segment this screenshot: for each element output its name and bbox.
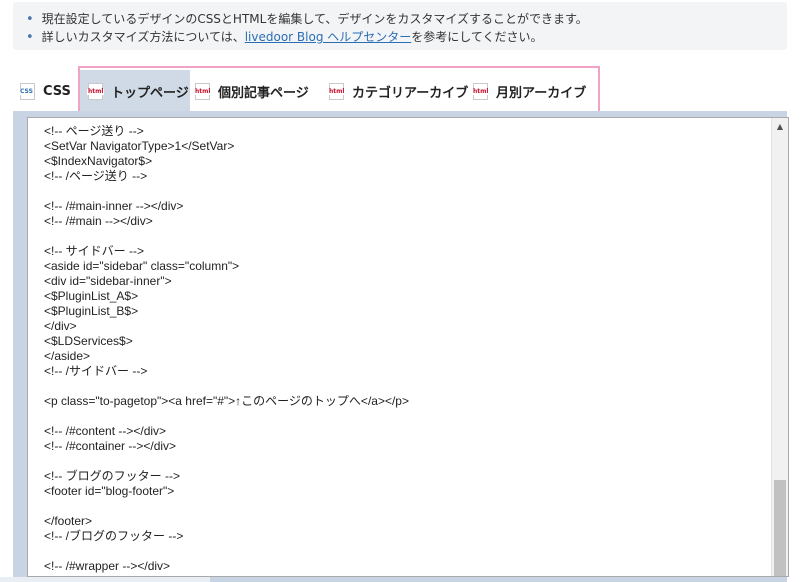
editor-frame: <!-- ページ送り --> <SetVar NavigatorType>1</… — [13, 111, 789, 582]
info-line-1-text: 現在設定しているデザインのCSSとHTMLを編集して、デザインをカスタマイズする… — [41, 12, 588, 26]
tab-article-page[interactable]: html 個別記事ページ — [194, 70, 309, 112]
help-center-link[interactable]: livedoor Blog ヘルプセンター — [245, 30, 412, 44]
tab-monthly-archive-label: 月別アーカイブ — [496, 85, 587, 101]
code-editor[interactable]: <!-- ページ送り --> <SetVar NavigatorType>1</… — [27, 117, 789, 577]
info-box: 現在設定しているデザインのCSSとHTMLを編集して、デザインをカスタマイズする… — [13, 2, 787, 50]
html-file-icon: html — [328, 82, 346, 100]
tab-css[interactable]: CSS CSS — [19, 70, 80, 112]
html-file-icon: html — [472, 82, 490, 100]
html-file-icon: html — [194, 82, 212, 100]
info-line-2-before: 詳しいカスタマイズ方法については、 — [41, 30, 245, 44]
tab-category-archive[interactable]: html カテゴリアーカイブ — [328, 70, 469, 112]
tab-category-archive-label: カテゴリアーカイブ — [352, 85, 469, 101]
html-file-icon: html — [87, 82, 105, 100]
editor-scrollbar[interactable]: ▲ — [771, 118, 788, 576]
code-editor-content[interactable]: <!-- ページ送り --> <SetVar NavigatorType>1</… — [44, 124, 768, 574]
tab-monthly-archive[interactable]: html 月別アーカイブ — [472, 70, 587, 112]
tab-article-page-label: 個別記事ページ — [218, 85, 309, 101]
info-line-2: 詳しいカスタマイズ方法については、livedoor Blog ヘルプセンターを参… — [26, 29, 543, 46]
template-tabs: CSS CSS html トップページ html 個別記事ページ html カテ… — [13, 66, 787, 115]
bottom-strip — [0, 577, 210, 582]
scroll-thumb[interactable] — [774, 480, 786, 576]
css-file-icon: CSS — [19, 82, 35, 100]
tab-css-label: CSS — [43, 83, 71, 99]
scroll-up-arrow-icon[interactable]: ▲ — [772, 118, 788, 135]
info-line-2-after: を参考にしてください。 — [411, 30, 543, 44]
tab-top-page[interactable]: html トップページ — [80, 70, 190, 112]
tab-top-page-label: トップページ — [111, 85, 189, 101]
info-line-1: 現在設定しているデザインのCSSとHTMLを編集して、デザインをカスタマイズする… — [26, 11, 588, 28]
